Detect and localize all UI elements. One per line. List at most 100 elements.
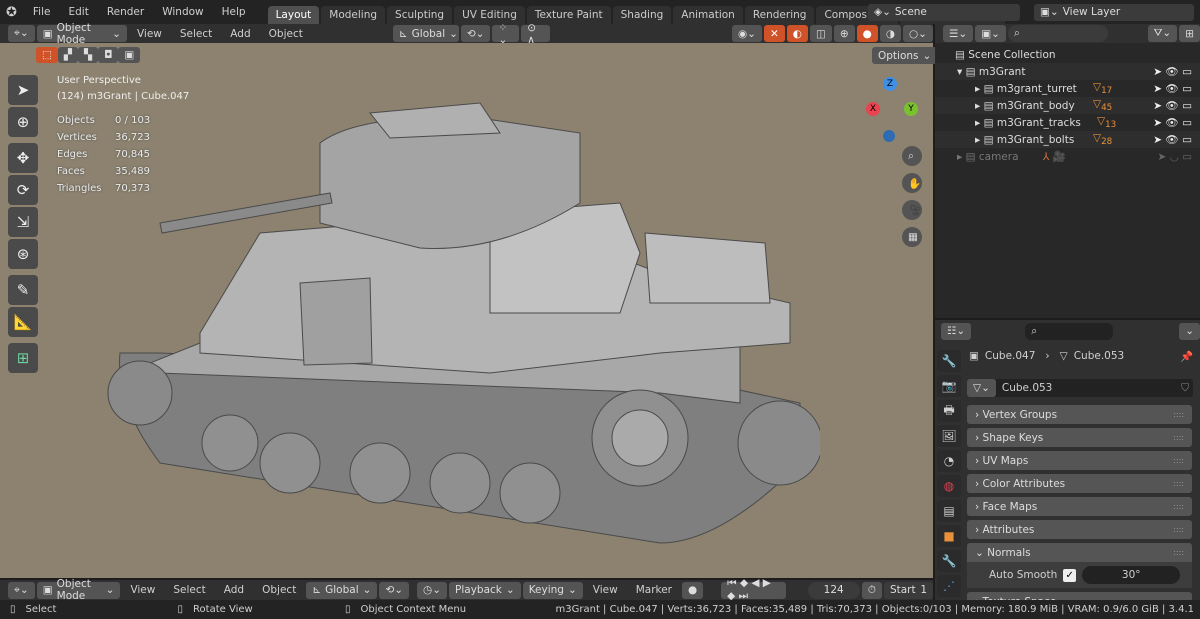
filter-icon[interactable]: ⛛⌄ [1147, 25, 1178, 42]
measure-tool-icon[interactable]: 📐 [8, 307, 38, 337]
cursor-tool-icon[interactable]: ⊕ [8, 107, 38, 137]
gizmo-toggle[interactable]: ✕ [763, 25, 785, 42]
timeline-menu-view[interactable]: View [122, 584, 163, 596]
properties-search-input[interactable]: ⌕ [1025, 322, 1114, 340]
playback-controls[interactable]: ⏮ ◆ ◀ ▶ ◆ ⏭ [721, 577, 786, 602]
3d-viewport[interactable]: ⬚ ▞ ▚ ◘ ▣ ➤ ⊕ ✥ ⟳ ⇲ ⊛ ✎ 📐 ⊞ User Perspec… [0, 43, 938, 578]
mesh-browse-icon[interactable]: ▽⌄ [967, 379, 996, 397]
menu-window[interactable]: Window [154, 6, 211, 18]
outliner-editor-type[interactable]: ☰⌄ [943, 25, 974, 42]
outliner-collection-m3grant[interactable]: ▾ ▤ m3Grant ➤ 👁 ▭ [935, 63, 1200, 80]
rotate-tool-icon[interactable]: ⟳ [8, 175, 38, 205]
gizmo-neg-z[interactable] [883, 130, 895, 142]
timeline-editor-icon[interactable]: ◷⌄ [417, 581, 448, 599]
row-toggles[interactable]: ➤ 👁 ▭ [1153, 65, 1192, 78]
tab-modeling[interactable]: Modeling [321, 6, 386, 24]
panel-attributes[interactable]: › Attributes:::: [967, 520, 1192, 539]
tab-sculpting[interactable]: Sculpting [387, 6, 453, 24]
outliner-search-input[interactable]: ⌕ [1007, 25, 1108, 42]
outliner-camera[interactable]: ▸ ▤ camera ⅄ 🎥 ➤ ◡ ▭ [935, 148, 1200, 165]
blender-logo-icon[interactable]: ✪ [6, 5, 17, 20]
viewport-menu-view[interactable]: View [129, 28, 170, 40]
scale-tool-icon[interactable]: ⇲ [8, 207, 38, 237]
move-tool-icon[interactable]: ✥ [8, 143, 38, 173]
view-layer-selector[interactable]: ▣⌄ View Layer [1034, 3, 1194, 21]
outliner-item[interactable]: ▸ ▤ m3Grant_body ▽45 ➤ 👁 ▭ [935, 97, 1200, 114]
wireframe-shading[interactable]: ⊕ [833, 25, 855, 42]
menu-edit[interactable]: Edit [60, 6, 96, 18]
timeline-menu-select[interactable]: Select [165, 584, 213, 596]
outliner-scene-collection[interactable]: ▤ Scene Collection [935, 46, 1200, 63]
auto-smooth-angle-field[interactable]: 30° [1082, 566, 1181, 584]
panel-uv-maps[interactable]: › UV Maps:::: [967, 451, 1192, 470]
camera-view-icon[interactable]: 🎥 [902, 200, 922, 220]
rendered-shading[interactable]: ○⌄ [903, 25, 933, 42]
menu-file[interactable]: File [25, 6, 59, 18]
tab-shading[interactable]: Shading [612, 6, 672, 24]
timeline-pivot[interactable]: ⟲⌄ [379, 581, 410, 599]
select-invert-icon[interactable]: ◘ [98, 47, 119, 63]
add-cube-tool-icon[interactable]: ⊞ [8, 343, 38, 373]
zoom-icon[interactable]: ⌕ [902, 146, 922, 166]
tank-model[interactable] [100, 73, 820, 553]
visibility-button[interactable]: ◉⌄ [731, 25, 762, 42]
pan-hand-icon[interactable]: ✋ [902, 173, 922, 193]
panel-color-attributes[interactable]: › Color Attributes:::: [967, 474, 1192, 493]
outliner-item[interactable]: ▸ ▤ m3Grant_tracks ▽13 ➤ 👁 ▭ [935, 114, 1200, 131]
record-button[interactable]: ● [682, 581, 704, 599]
select-new-icon[interactable]: ⬚ [36, 47, 58, 63]
mesh-datablock-selector[interactable]: ▽⌄ Cube.053 ⛉ [967, 379, 1193, 397]
editor-type-button[interactable]: ⌖⌄ [8, 25, 35, 42]
collapse-arrow-icon[interactable]: ▾ ▤ [957, 66, 979, 78]
menu-render[interactable]: Render [99, 6, 152, 18]
render-tab-icon[interactable]: 📷 [937, 375, 961, 397]
panel-vertex-groups[interactable]: › Vertex Groups:::: [967, 405, 1192, 424]
gizmo-z-axis[interactable]: Z [883, 77, 897, 91]
annotate-tool-icon[interactable]: ✎ [8, 275, 38, 305]
mode-selector[interactable]: ▣ Object Mode ⌄ [36, 22, 127, 46]
select-intersect-icon[interactable]: ▣ [118, 47, 141, 63]
navigation-gizmo[interactable]: Z X Y [862, 73, 922, 143]
gizmo-x-axis[interactable]: X [866, 102, 880, 116]
ortho-grid-icon[interactable]: ▦ [902, 227, 922, 247]
timeline-menu-object[interactable]: Object [254, 584, 304, 596]
new-collection-icon[interactable]: ⊞ [1179, 25, 1200, 42]
viewport-menu-object[interactable]: Object [261, 28, 311, 40]
orientation-selector[interactable]: ⊾ Global ⌄ [392, 25, 459, 42]
tool-tab-icon[interactable]: 🔧 [937, 350, 961, 372]
scene-selector[interactable]: ◈⌄ Scene [868, 3, 1020, 21]
panel-normals[interactable]: ⌄ Normals:::: [967, 543, 1192, 562]
material-shading[interactable]: ◑ [879, 25, 902, 42]
properties-options[interactable]: ⌄ [1179, 322, 1200, 340]
display-mode-button[interactable]: ▣⌄ [975, 25, 1006, 42]
outliner-item[interactable]: ▸ ▤ m3grant_turret ▽17 ➤ 👁 ▭ [935, 80, 1200, 97]
select-subtract-icon[interactable]: ▚ [78, 47, 99, 63]
timeline-editor-type[interactable]: ⌖⌄ [8, 581, 35, 599]
stopwatch-icon[interactable]: ⏱ [861, 581, 882, 599]
xray-toggle[interactable]: ◫ [809, 25, 832, 42]
keying-menu[interactable]: Keying ⌄ [522, 581, 583, 599]
snap-button[interactable]: ⁘⌄ [492, 22, 520, 46]
select-box-tool-icon[interactable]: ➤ [8, 75, 38, 105]
transform-tool-icon[interactable]: ⊛ [8, 239, 38, 269]
proportional-edit-button[interactable]: ⊙ ∧ [521, 22, 550, 46]
tab-animation[interactable]: Animation [673, 6, 743, 24]
viewport-menu-select[interactable]: Select [172, 28, 220, 40]
gizmo-y-axis[interactable]: Y [904, 102, 918, 116]
marker-menu[interactable]: Marker [628, 584, 680, 596]
panel-face-maps[interactable]: › Face Maps:::: [967, 497, 1192, 516]
viewport-menu-add[interactable]: Add [222, 28, 258, 40]
select-extend-icon[interactable]: ▞ [57, 47, 78, 63]
outliner-item[interactable]: ▸ ▤ m3Grant_bolts ▽28 ➤ 👁 ▭ [935, 131, 1200, 148]
menu-help[interactable]: Help [214, 6, 254, 18]
pin-icon[interactable]: 📌 [1180, 350, 1193, 363]
timeline-orientation[interactable]: ⊾ Global ⌄ [306, 581, 378, 599]
auto-smooth-checkbox[interactable]: ✓ [1063, 568, 1077, 582]
fake-user-shield-icon[interactable]: ⛉ [1181, 382, 1189, 395]
overlay-toggle[interactable]: ◐ [786, 25, 808, 42]
playback-menu[interactable]: Playback ⌄ [449, 581, 521, 599]
options-button[interactable]: Options ⌄ [872, 47, 938, 64]
tab-layout[interactable]: Layout [267, 6, 320, 24]
tab-uv-editing[interactable]: UV Editing [454, 6, 525, 24]
solid-shading[interactable]: ● [856, 25, 878, 42]
